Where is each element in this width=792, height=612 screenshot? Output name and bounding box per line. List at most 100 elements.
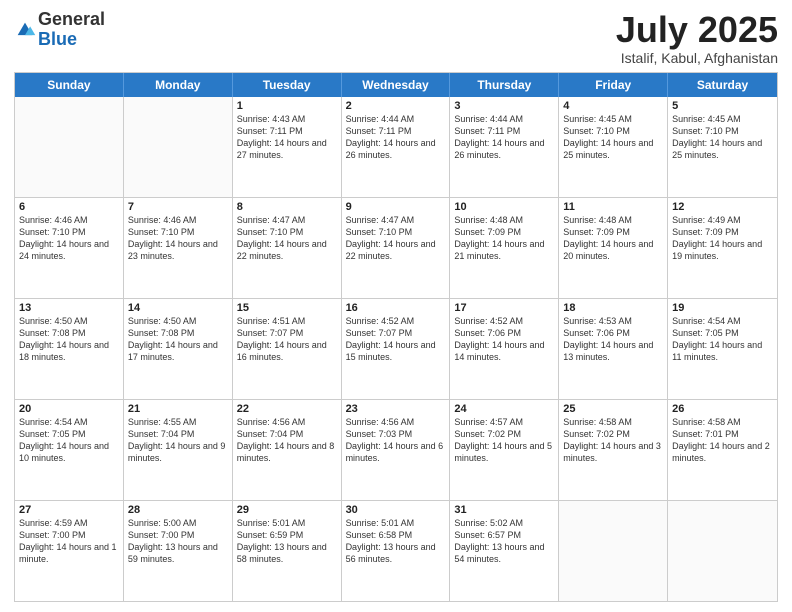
cell-info: Sunrise: 4:47 AMSunset: 7:10 PMDaylight:… xyxy=(237,214,337,263)
cell-info: Sunrise: 5:02 AMSunset: 6:57 PMDaylight:… xyxy=(454,517,554,566)
calendar-cell: 7Sunrise: 4:46 AMSunset: 7:10 PMDaylight… xyxy=(124,198,233,298)
page: General Blue July 2025 Istalif, Kabul, A… xyxy=(0,0,792,612)
day-number: 29 xyxy=(237,504,337,516)
cell-info: Sunrise: 4:46 AMSunset: 7:10 PMDaylight:… xyxy=(128,214,228,263)
calendar-cell: 31Sunrise: 5:02 AMSunset: 6:57 PMDayligh… xyxy=(450,501,559,601)
calendar-header-cell: Tuesday xyxy=(233,73,342,97)
calendar-cell: 30Sunrise: 5:01 AMSunset: 6:58 PMDayligh… xyxy=(342,501,451,601)
calendar-cell: 13Sunrise: 4:50 AMSunset: 7:08 PMDayligh… xyxy=(15,299,124,399)
day-number: 22 xyxy=(237,403,337,415)
calendar-cell: 20Sunrise: 4:54 AMSunset: 7:05 PMDayligh… xyxy=(15,400,124,500)
calendar-cell: 11Sunrise: 4:48 AMSunset: 7:09 PMDayligh… xyxy=(559,198,668,298)
cell-info: Sunrise: 4:48 AMSunset: 7:09 PMDaylight:… xyxy=(454,214,554,263)
header: General Blue July 2025 Istalif, Kabul, A… xyxy=(14,10,778,66)
day-number: 24 xyxy=(454,403,554,415)
cell-info: Sunrise: 4:50 AMSunset: 7:08 PMDaylight:… xyxy=(128,315,228,364)
cell-info: Sunrise: 4:44 AMSunset: 7:11 PMDaylight:… xyxy=(454,113,554,162)
calendar-cell: 12Sunrise: 4:49 AMSunset: 7:09 PMDayligh… xyxy=(668,198,777,298)
cell-info: Sunrise: 4:56 AMSunset: 7:04 PMDaylight:… xyxy=(237,416,337,465)
calendar-cell xyxy=(15,97,124,197)
day-number: 8 xyxy=(237,201,337,213)
day-number: 4 xyxy=(563,100,663,112)
day-number: 19 xyxy=(672,302,773,314)
calendar-cell: 27Sunrise: 4:59 AMSunset: 7:00 PMDayligh… xyxy=(15,501,124,601)
logo-icon xyxy=(14,19,36,41)
title-block: July 2025 Istalif, Kabul, Afghanistan xyxy=(616,10,778,66)
day-number: 16 xyxy=(346,302,446,314)
day-number: 23 xyxy=(346,403,446,415)
calendar-cell: 10Sunrise: 4:48 AMSunset: 7:09 PMDayligh… xyxy=(450,198,559,298)
calendar-cell: 14Sunrise: 4:50 AMSunset: 7:08 PMDayligh… xyxy=(124,299,233,399)
day-number: 5 xyxy=(672,100,773,112)
calendar-row: 6 Sunrise: 4:46 AMSunset: 7:10 PMDaylight… xyxy=(15,197,777,298)
calendar-cell: 1Sunrise: 4:43 AMSunset: 7:11 PMDaylight… xyxy=(233,97,342,197)
calendar-row: 13Sunrise: 4:50 AMSunset: 7:08 PMDayligh… xyxy=(15,298,777,399)
cell-info: Sunrise: 5:01 AMSunset: 6:59 PMDaylight:… xyxy=(237,517,337,566)
cell-info: Sunrise: 4:48 AMSunset: 7:09 PMDaylight:… xyxy=(563,214,663,263)
day-number: 15 xyxy=(237,302,337,314)
calendar-cell xyxy=(559,501,668,601)
title-month: July 2025 xyxy=(616,10,778,50)
cell-info: Sunrise: 4:52 AMSunset: 7:06 PMDaylight:… xyxy=(454,315,554,364)
cell-info: Sunrise: 5:00 AMSunset: 7:00 PMDaylight:… xyxy=(128,517,228,566)
day-number: 27 xyxy=(19,504,119,516)
calendar-cell: 16Sunrise: 4:52 AMSunset: 7:07 PMDayligh… xyxy=(342,299,451,399)
day-number: 2 xyxy=(346,100,446,112)
calendar-header-cell: Thursday xyxy=(450,73,559,97)
day-number: 3 xyxy=(454,100,554,112)
day-number: 11 xyxy=(563,201,663,213)
cell-info: Sunrise: 4:58 AMSunset: 7:01 PMDaylight:… xyxy=(672,416,773,465)
calendar-row: 27Sunrise: 4:59 AMSunset: 7:00 PMDayligh… xyxy=(15,500,777,601)
calendar-cell: 3Sunrise: 4:44 AMSunset: 7:11 PMDaylight… xyxy=(450,97,559,197)
calendar-cell: 21Sunrise: 4:55 AMSunset: 7:04 PMDayligh… xyxy=(124,400,233,500)
calendar-cell: 9Sunrise: 4:47 AMSunset: 7:10 PMDaylight… xyxy=(342,198,451,298)
calendar-row: 20Sunrise: 4:54 AMSunset: 7:05 PMDayligh… xyxy=(15,399,777,500)
calendar-header-cell: Sunday xyxy=(15,73,124,97)
calendar-cell xyxy=(668,501,777,601)
day-number: 6 xyxy=(19,201,119,213)
calendar-cell: 6Sunrise: 4:46 AMSunset: 7:10 PMDaylight… xyxy=(15,198,124,298)
cell-info: Sunrise: 4:58 AMSunset: 7:02 PMDaylight:… xyxy=(563,416,663,465)
cell-info: Sunrise: 4:44 AMSunset: 7:11 PMDaylight:… xyxy=(346,113,446,162)
calendar-header-cell: Friday xyxy=(559,73,668,97)
day-number: 14 xyxy=(128,302,228,314)
cell-info: Sunrise: 4:54 AMSunset: 7:05 PMDaylight:… xyxy=(19,416,119,465)
cell-info: Sunrise: 4:51 AMSunset: 7:07 PMDaylight:… xyxy=(237,315,337,364)
calendar-cell: 19Sunrise: 4:54 AMSunset: 7:05 PMDayligh… xyxy=(668,299,777,399)
calendar-cell: 28Sunrise: 5:00 AMSunset: 7:00 PMDayligh… xyxy=(124,501,233,601)
cell-info: Sunrise: 4:53 AMSunset: 7:06 PMDaylight:… xyxy=(563,315,663,364)
cell-info: Sunrise: 4:45 AMSunset: 7:10 PMDaylight:… xyxy=(672,113,773,162)
calendar-cell: 5Sunrise: 4:45 AMSunset: 7:10 PMDaylight… xyxy=(668,97,777,197)
day-number: 7 xyxy=(128,201,228,213)
cell-info: Sunrise: 4:49 AMSunset: 7:09 PMDaylight:… xyxy=(672,214,773,263)
day-number: 12 xyxy=(672,201,773,213)
calendar-cell: 4Sunrise: 4:45 AMSunset: 7:10 PMDaylight… xyxy=(559,97,668,197)
calendar-cell: 2Sunrise: 4:44 AMSunset: 7:11 PMDaylight… xyxy=(342,97,451,197)
day-number: 20 xyxy=(19,403,119,415)
day-number: 13 xyxy=(19,302,119,314)
day-number: 1 xyxy=(237,100,337,112)
calendar-cell: 22Sunrise: 4:56 AMSunset: 7:04 PMDayligh… xyxy=(233,400,342,500)
calendar-cell: 17Sunrise: 4:52 AMSunset: 7:06 PMDayligh… xyxy=(450,299,559,399)
calendar-cell: 29Sunrise: 5:01 AMSunset: 6:59 PMDayligh… xyxy=(233,501,342,601)
calendar-cell: 24Sunrise: 4:57 AMSunset: 7:02 PMDayligh… xyxy=(450,400,559,500)
day-number: 25 xyxy=(563,403,663,415)
day-number: 17 xyxy=(454,302,554,314)
cell-info: Sunrise: 4:55 AMSunset: 7:04 PMDaylight:… xyxy=(128,416,228,465)
cell-info: Sunrise: 5:01 AMSunset: 6:58 PMDaylight:… xyxy=(346,517,446,566)
day-number: 31 xyxy=(454,504,554,516)
day-number: 26 xyxy=(672,403,773,415)
calendar-cell: 25Sunrise: 4:58 AMSunset: 7:02 PMDayligh… xyxy=(559,400,668,500)
cell-info: Sunrise: 4:59 AMSunset: 7:00 PMDaylight:… xyxy=(19,517,119,566)
cell-info: Sunrise: 4:50 AMSunset: 7:08 PMDaylight:… xyxy=(19,315,119,364)
calendar-header-cell: Monday xyxy=(124,73,233,97)
calendar: SundayMondayTuesdayWednesdayThursdayFrid… xyxy=(14,72,778,602)
calendar-cell xyxy=(124,97,233,197)
cell-info: Sunrise: 4:57 AMSunset: 7:02 PMDaylight:… xyxy=(454,416,554,465)
logo-general: General xyxy=(38,10,105,30)
cell-info: Sunrise: 4:43 AMSunset: 7:11 PMDaylight:… xyxy=(237,113,337,162)
cell-info: Sunrise: 4:54 AMSunset: 7:05 PMDaylight:… xyxy=(672,315,773,364)
calendar-header-cell: Saturday xyxy=(668,73,777,97)
calendar-cell: 8Sunrise: 4:47 AMSunset: 7:10 PMDaylight… xyxy=(233,198,342,298)
day-number: 28 xyxy=(128,504,228,516)
